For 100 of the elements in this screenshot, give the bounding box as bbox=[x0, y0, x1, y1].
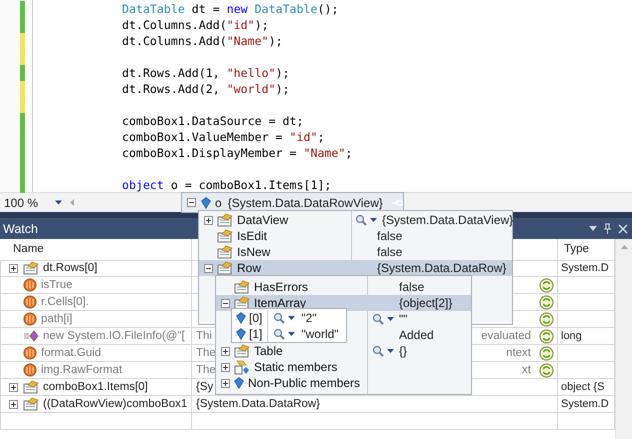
refresh-icon[interactable] bbox=[539, 312, 554, 326]
watch-name: dt.Rows[0] bbox=[43, 262, 98, 274]
refresh-icon[interactable] bbox=[539, 328, 554, 344]
watch-name: img.RawFormat bbox=[41, 364, 122, 376]
collapse-icon[interactable] bbox=[187, 198, 196, 207]
search-dropdown-icon[interactable] bbox=[372, 345, 394, 357]
refresh-icon[interactable] bbox=[539, 362, 554, 378]
error-icon bbox=[23, 278, 37, 292]
property-icon bbox=[23, 380, 39, 394]
watch-name: ((DataRowView)comboBox1 bbox=[43, 398, 188, 410]
error-icon bbox=[23, 363, 37, 377]
member-value: false bbox=[377, 229, 402, 243]
watch-name: new System.IO.FileInfo(@"[ bbox=[43, 330, 185, 342]
member-value: "" bbox=[399, 312, 408, 326]
watch-name: r.Cells[0]. bbox=[41, 296, 89, 308]
property-icon bbox=[217, 245, 233, 259]
member-value: false bbox=[377, 245, 402, 259]
expand-icon[interactable] bbox=[9, 264, 18, 272]
datatip-row[interactable]: Table {} bbox=[216, 343, 471, 359]
search-dropdown-icon[interactable] bbox=[372, 313, 394, 325]
item-index: [1] bbox=[249, 327, 262, 341]
close-icon[interactable] bbox=[618, 224, 628, 234]
member-name: DataView bbox=[237, 213, 288, 227]
static-members-icon bbox=[234, 360, 250, 374]
pin-icon[interactable] bbox=[603, 223, 612, 234]
code-line: DataTable dt = new DataTable(); bbox=[122, 2, 338, 16]
datatip-row[interactable]: DataView {System.Data.DataView} bbox=[199, 212, 512, 228]
search-dropdown-icon[interactable] bbox=[273, 312, 296, 324]
collapse-icon[interactable] bbox=[204, 264, 213, 272]
datatip-row[interactable]: HasErrors false bbox=[216, 279, 471, 295]
watch-value: xt bbox=[522, 364, 531, 376]
code-line: dt.Rows.Add(2, "world"); bbox=[122, 82, 290, 96]
expand-icon[interactable] bbox=[204, 216, 213, 224]
item-index: [0] bbox=[249, 311, 262, 325]
datatip-row[interactable]: Row {System.Data.DataRow} bbox=[199, 260, 512, 276]
watch-name: comboBox1.Items[0] bbox=[43, 381, 148, 393]
datatip-name: o bbox=[215, 196, 222, 210]
error-icon bbox=[23, 312, 37, 326]
datatip-row[interactable]: Non-Public members bbox=[216, 375, 471, 391]
property-icon bbox=[217, 213, 233, 227]
member-value: false bbox=[399, 280, 424, 294]
datatip-row[interactable]: IsNew false bbox=[199, 244, 512, 260]
collapse-icon[interactable] bbox=[221, 298, 230, 308]
refresh-icon[interactable] bbox=[539, 346, 554, 360]
watch-name: format.Guid bbox=[41, 347, 102, 359]
datatip-row[interactable]: ItemArray {object[2]} bbox=[216, 295, 471, 311]
member-value: {System.Data.DataView} bbox=[382, 213, 514, 227]
watch-value: The bbox=[196, 364, 216, 376]
error-icon bbox=[23, 295, 37, 309]
expand-icon[interactable] bbox=[9, 400, 18, 408]
expand-icon[interactable] bbox=[221, 346, 230, 356]
panel-title: Watch bbox=[3, 222, 38, 236]
search-dropdown-icon[interactable] bbox=[273, 328, 296, 340]
code-line: dt.Rows.Add(1, "hello"); bbox=[122, 66, 290, 80]
property-icon bbox=[217, 229, 233, 243]
watch-value: ntext bbox=[506, 347, 531, 359]
property-icon bbox=[23, 261, 39, 275]
watch-value: The bbox=[196, 347, 216, 359]
member-value: {object[2]} bbox=[399, 296, 452, 310]
datatip-row[interactable]: IsEdit false bbox=[199, 228, 512, 244]
expand-icon[interactable] bbox=[9, 382, 18, 392]
code-line: object o = comboBox1.Items[1]; bbox=[122, 178, 332, 192]
scrollbar[interactable] bbox=[615, 239, 632, 439]
watch-value: {System.Data.DataRow} bbox=[196, 398, 320, 410]
column-header[interactable]: Name bbox=[0, 239, 192, 261]
property-icon bbox=[23, 397, 39, 411]
member-name: IsNew bbox=[237, 245, 270, 259]
code-line: dt.Columns.Add("Name"); bbox=[122, 34, 283, 48]
code-line: comboBox1.ValueMember = "id"; bbox=[122, 130, 324, 144]
code-line: comboBox1.DataSource = dt; bbox=[122, 114, 304, 128]
property-icon bbox=[234, 280, 250, 294]
item-value: "2" bbox=[301, 311, 317, 325]
field-icon bbox=[201, 196, 211, 208]
watch-value: evaluated bbox=[481, 330, 531, 342]
watch-name: path[i] bbox=[41, 313, 72, 325]
member-name: ItemArray bbox=[254, 296, 306, 310]
caret-icon[interactable] bbox=[55, 200, 62, 205]
zoom-dropdown[interactable]: 100 % bbox=[0, 196, 62, 210]
member-name: Row bbox=[237, 261, 262, 275]
member-name: Table bbox=[254, 344, 283, 358]
search-dropdown-icon[interactable] bbox=[355, 214, 377, 226]
field-icon bbox=[236, 328, 246, 340]
watch-value: Thi bbox=[196, 330, 212, 342]
watch-name: isTrue bbox=[41, 279, 73, 291]
method-icon bbox=[23, 330, 39, 342]
expand-icon[interactable] bbox=[221, 362, 230, 372]
error-icon bbox=[23, 346, 37, 360]
expand-icon[interactable] bbox=[221, 378, 230, 388]
member-name: IsEdit bbox=[237, 229, 268, 243]
refresh-icon[interactable] bbox=[539, 294, 554, 310]
refresh-icon[interactable] bbox=[539, 278, 554, 292]
member-value: {} bbox=[399, 344, 408, 358]
code-line: dt.Columns.Add("id"); bbox=[122, 18, 269, 32]
watch-value: {Sy bbox=[196, 381, 214, 393]
datatip-row[interactable]: Static members bbox=[216, 359, 471, 375]
datatip-value: {System.Data.DataRowView} bbox=[228, 196, 383, 210]
field-icon bbox=[234, 377, 244, 389]
member-value: Added bbox=[399, 328, 434, 342]
dropdown-icon[interactable] bbox=[589, 226, 597, 231]
code-line: comboBox1.DisplayMember = "Name"; bbox=[122, 146, 352, 160]
